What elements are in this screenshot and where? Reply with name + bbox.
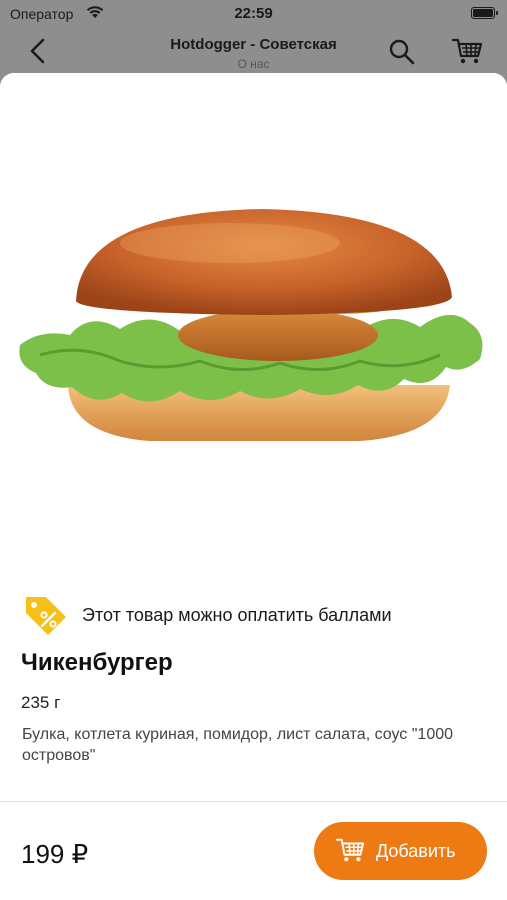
status-bar: Оператор 22:59 <box>0 0 507 28</box>
discount-tag-icon <box>26 597 66 635</box>
page-subtitle: О нас <box>237 57 270 71</box>
product-price: 199 ₽ <box>21 839 89 869</box>
navigation-bar: Hotdogger - Советская О нас <box>0 28 507 74</box>
points-notice: Этот товар можно оплатить баллами <box>22 591 492 639</box>
battery-fill <box>473 9 493 17</box>
add-button-label: Добавить <box>376 841 456 861</box>
product-weight: 235 г <box>21 693 61 712</box>
cart-icon[interactable] <box>452 36 484 66</box>
product-sheet: Этот товар можно оплатить баллами Чикенб… <box>0 73 507 900</box>
product-description: Булка, котлета куриная, помидор, лист са… <box>22 726 454 764</box>
battery-icon <box>471 7 498 19</box>
product-title: Чикенбургер <box>21 649 173 676</box>
cart-icon <box>336 838 365 862</box>
page-title: Hotdogger - Советская <box>170 36 337 53</box>
add-to-cart-button[interactable]: Добавить <box>314 822 487 880</box>
points-notice-text: Этот товар можно оплатить баллами <box>82 605 392 625</box>
divider <box>0 801 507 802</box>
status-time: 22:59 <box>234 5 273 22</box>
chicken-burger-illustration <box>19 209 483 441</box>
search-icon[interactable] <box>388 38 416 66</box>
product-photo <box>0 73 507 578</box>
